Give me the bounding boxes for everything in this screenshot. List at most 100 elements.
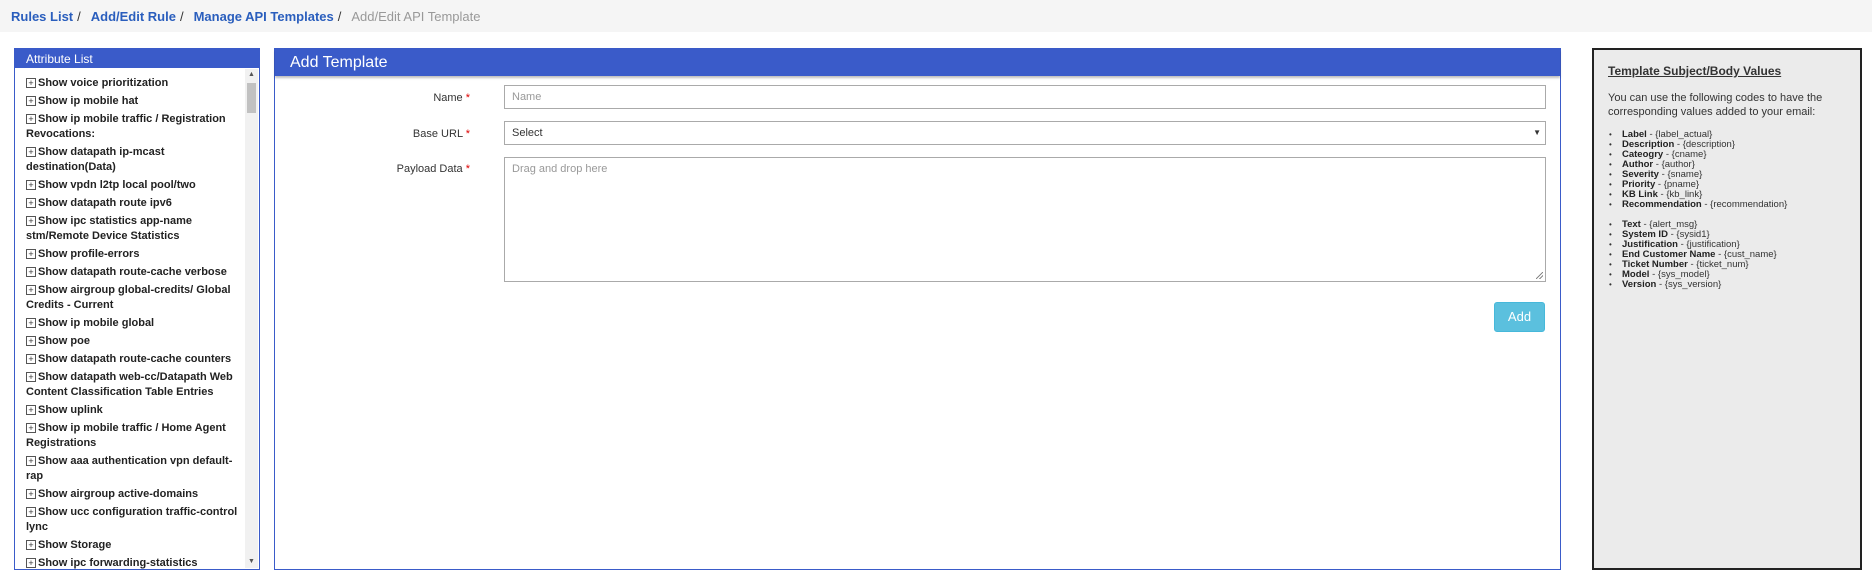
required-mark: * [465, 163, 470, 175]
attribute-item[interactable]: + Show ip mobile hat [26, 94, 243, 112]
attribute-item-label: Show datapath route-cache verbose [38, 266, 227, 278]
scroll-up-arrow-icon[interactable]: ▲ [245, 69, 258, 81]
expand-plus-icon[interactable]: + [26, 354, 36, 364]
attribute-item[interactable]: + Show voice prioritization [26, 76, 243, 94]
payload-label: Payload Data * [396, 163, 470, 175]
breadcrumb-separator: / [179, 8, 184, 24]
attribute-list-title: Attribute List [15, 49, 259, 68]
attribute-item-label: Show airgroup global-credits/ Global Cre… [26, 284, 231, 311]
expand-plus-icon[interactable]: + [26, 96, 36, 106]
attribute-item[interactable]: + Show ipc statistics app-name stm/Remote… [26, 214, 243, 247]
template-code-key: Version [1622, 279, 1657, 290]
attribute-item[interactable]: + Show poe [26, 334, 243, 352]
attribute-list-scrollbar[interactable]: ▲ ▼ [245, 69, 258, 568]
template-codes-group-1: Label - {label_actual}Description - {des… [1608, 130, 1846, 211]
attribute-item[interactable]: + Show datapath web-cc/Datapath Web Conte… [26, 370, 243, 403]
expand-plus-icon[interactable]: + [26, 489, 36, 499]
payload-textarea[interactable]: Drag and drop here [504, 157, 1546, 282]
expand-plus-icon[interactable]: + [26, 423, 36, 433]
expand-plus-icon[interactable]: + [26, 249, 36, 259]
expand-plus-icon[interactable]: + [26, 198, 36, 208]
attribute-item[interactable]: + Show airgroup active-domains [26, 487, 243, 505]
attribute-item-label: Show poe [38, 335, 90, 347]
expand-plus-icon[interactable]: + [26, 558, 36, 568]
payload-placeholder: Drag and drop here [512, 163, 608, 175]
breadcrumb: Rules List / Add/Edit Rule / Manage API … [0, 0, 1872, 32]
expand-plus-icon[interactable]: + [26, 285, 36, 295]
attribute-item-label: Show vpdn l2tp local pool/two [38, 179, 196, 191]
template-values-title: Template Subject/Body Values [1608, 64, 1782, 78]
expand-plus-icon[interactable]: + [26, 372, 36, 382]
add-template-title: Add Template [275, 49, 1560, 76]
attribute-item-label: Show voice prioritization [38, 77, 169, 89]
attribute-item-label: Show ipc statistics app-name stm/Remote … [26, 215, 193, 242]
attribute-item[interactable]: + Show datapath route ipv6 [26, 196, 243, 214]
template-code-value: {recommendation} [1710, 199, 1788, 210]
expand-plus-icon[interactable]: + [26, 336, 36, 346]
attribute-item-label: Show ipc forwarding-statistics [38, 557, 198, 569]
required-mark: * [465, 92, 470, 104]
breadcrumb-current: Add/Edit API Template [351, 8, 481, 24]
base-url-select[interactable]: Select ▼ [504, 121, 1546, 145]
breadcrumb-add-edit-rule[interactable]: Add/Edit Rule [91, 9, 176, 24]
template-code-item: Recommendation - {recommendation} [1608, 199, 1846, 211]
breadcrumb-rules-list[interactable]: Rules List [11, 9, 73, 24]
attribute-item[interactable]: + Show aaa authentication vpn default-rap [26, 454, 243, 487]
attribute-item-label: Show datapath route-cache counters [38, 353, 232, 365]
expand-plus-icon[interactable]: + [26, 180, 36, 190]
attribute-item[interactable]: + Show ip mobile global [26, 316, 243, 334]
attribute-item-label: Show profile-errors [38, 248, 140, 260]
expand-plus-icon[interactable]: + [26, 147, 36, 157]
expand-plus-icon[interactable]: + [26, 114, 36, 124]
scroll-down-arrow-icon[interactable]: ▼ [245, 556, 258, 568]
expand-plus-icon[interactable]: + [26, 78, 36, 88]
base-url-label: Base URL * [412, 128, 470, 140]
expand-plus-icon[interactable]: + [26, 318, 36, 328]
attribute-item-label: Show ucc configuration traffic-control l… [26, 506, 238, 533]
scroll-thumb[interactable] [247, 83, 256, 113]
attribute-item[interactable]: + Show ucc configuration traffic-control … [26, 505, 243, 538]
resize-handle-icon[interactable] [1536, 272, 1543, 279]
expand-plus-icon[interactable]: + [26, 540, 36, 550]
attribute-item-label: Show aaa authentication vpn default-rap [26, 455, 233, 482]
attribute-list: + Show voice prioritization + Show ip mobil… [15, 76, 243, 569]
expand-plus-icon[interactable]: + [26, 456, 36, 466]
breadcrumb-separator: / [77, 8, 81, 24]
attribute-item[interactable]: + Show datapath route-cache verbose [26, 265, 243, 283]
breadcrumb-manage-api-templates[interactable]: Manage API Templates [194, 9, 334, 24]
attribute-item[interactable]: + Show profile-errors [26, 247, 243, 265]
attribute-item[interactable]: + Show uplink [26, 403, 243, 421]
template-values-description: You can use the following codes to have … [1608, 92, 1823, 118]
expand-plus-icon[interactable]: + [26, 507, 36, 517]
attribute-item[interactable]: + Show Storage [26, 538, 243, 556]
attribute-item[interactable]: + Show datapath route-cache counters [26, 352, 243, 370]
template-code-key: Recommendation [1622, 199, 1702, 210]
attribute-item-label: Show airgroup active-domains [38, 488, 199, 500]
expand-plus-icon[interactable]: + [26, 267, 36, 277]
dropdown-arrow-icon: ▼ [1533, 128, 1541, 137]
attribute-item-label: Show datapath route ipv6 [38, 197, 172, 209]
attribute-item-label: Show ip mobile hat [38, 95, 139, 107]
attribute-item-label: Show ip mobile global [38, 317, 155, 329]
name-input[interactable]: Name [504, 85, 1546, 109]
attribute-item-label: Show ip mobile traffic / Registration Re… [26, 113, 226, 140]
attribute-list-panel: Attribute List + Show voice prioritizatio… [14, 48, 260, 570]
expand-plus-icon[interactable]: + [26, 216, 36, 226]
attribute-item[interactable]: + Show airgroup global-credits/ Global Cr… [26, 283, 243, 316]
name-label: Name * [433, 92, 470, 104]
attribute-item[interactable]: + Show ipc forwarding-statistics [26, 556, 243, 569]
attribute-item-label: Show Storage [38, 539, 112, 551]
template-code-item: Version - {sys_version} [1608, 279, 1846, 291]
attribute-item-label: Show datapath web-cc/Datapath Web Conten… [26, 371, 233, 398]
add-button[interactable]: Add [1494, 302, 1545, 332]
attribute-item-label: Show uplink [38, 404, 103, 416]
attribute-item[interactable]: + Show ip mobile traffic / Registration R… [26, 112, 243, 145]
template-codes-group-2: Text - {alert_msg}System ID - {sysid1}Ju… [1608, 220, 1846, 291]
attribute-item[interactable]: + Show ip mobile traffic / Home Agent Reg… [26, 421, 243, 454]
expand-plus-icon[interactable]: + [26, 405, 36, 415]
template-code-value: {sys_version} [1664, 279, 1722, 290]
attribute-item-label: Show datapath ip-mcast destination(Data) [26, 146, 165, 173]
attribute-item-label: Show ip mobile traffic / Home Agent Regi… [26, 422, 226, 449]
attribute-item[interactable]: + Show vpdn l2tp local pool/two [26, 178, 243, 196]
attribute-item[interactable]: + Show datapath ip-mcast destination(Data… [26, 145, 243, 178]
